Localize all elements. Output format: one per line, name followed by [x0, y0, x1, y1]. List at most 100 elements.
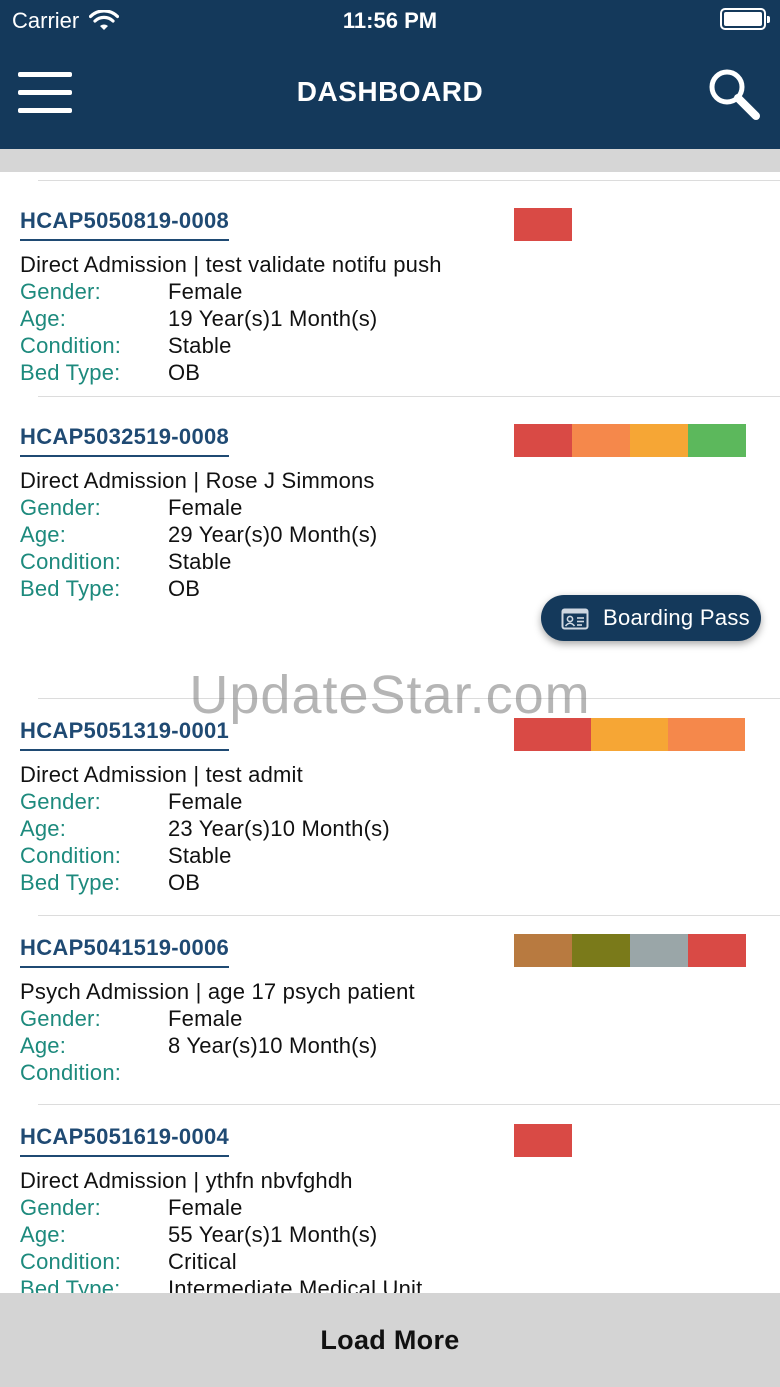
gender-label: Gender: [20, 789, 101, 814]
status-swatch [630, 424, 688, 457]
page-title: DASHBOARD [296, 76, 484, 107]
bed-type-row: Bed Type: OB [20, 870, 390, 897]
age-label: Age: [20, 306, 67, 331]
admission-text: Direct Admission | test admit [20, 762, 303, 787]
battery-icon [720, 8, 770, 30]
bed-type-value: Intermediate Medical Unit [168, 1276, 423, 1293]
bed-type-label: Bed Type: [20, 1276, 121, 1293]
age-row: Age: 29 Year(s)0 Month(s) [20, 522, 377, 549]
condition-row: Condition: Stable [20, 843, 390, 870]
bed-type-value: OB [168, 870, 201, 895]
patient-id-link[interactable]: HCAP5041519-0006 [20, 935, 230, 968]
condition-row: Condition: Critical [20, 1249, 422, 1276]
condition-row: Condition: Stable [20, 333, 377, 360]
gender-value: Female [168, 1006, 243, 1031]
condition-row: Condition: Stable [20, 549, 377, 576]
gender-row: Gender: Female [20, 789, 390, 816]
card-divider [38, 1104, 780, 1105]
bed-type-label: Bed Type: [20, 576, 121, 601]
age-value: 23 Year(s)10 Month(s) [168, 816, 390, 841]
condition-label: Condition: [20, 1060, 122, 1085]
condition-label: Condition: [20, 1249, 122, 1274]
bed-type-row: Bed Type: OB [20, 360, 377, 387]
status-swatches [514, 934, 746, 967]
id-card-icon [561, 608, 589, 630]
age-value: 19 Year(s)1 Month(s) [168, 306, 378, 331]
app-header: Carrier 11:56 PM DASHBOARD [0, 0, 780, 149]
patient-id-link[interactable]: HCAP5032519-0008 [20, 424, 230, 457]
card-divider [38, 396, 780, 397]
age-label: Age: [20, 522, 67, 547]
condition-label: Condition: [20, 333, 122, 358]
header-shadow-strip [0, 149, 780, 172]
gender-value: Female [168, 789, 243, 814]
gender-value: Female [168, 279, 243, 304]
patient-card[interactable]: HCAP5051319-0001 Direct Admission | test… [0, 698, 780, 915]
admission-text: Direct Admission | Rose J Simmons [20, 468, 375, 493]
status-swatches [514, 208, 572, 241]
gender-row: Gender: Female [20, 1006, 377, 1033]
bed-type-label: Bed Type: [20, 360, 121, 385]
patient-card[interactable]: HCAP5032519-0008 Direct Admission | Rose… [0, 396, 780, 698]
gender-label: Gender: [20, 495, 101, 520]
bed-type-label: Bed Type: [20, 870, 121, 895]
gender-label: Gender: [20, 279, 101, 304]
patient-card[interactable]: HCAP5051619-0004 Direct Admission | ythf… [0, 1104, 780, 1293]
bed-type-value: OB [168, 360, 201, 385]
status-time: 11:56 PM [342, 8, 438, 33]
search-icon[interactable] [706, 66, 762, 122]
condition-value: Stable [168, 843, 232, 868]
age-row: Age: 19 Year(s)1 Month(s) [20, 306, 377, 333]
bed-type-row: Bed Type: OB [20, 576, 377, 603]
condition-label: Condition: [20, 549, 122, 574]
gender-value: Female [168, 495, 243, 520]
status-swatch [514, 424, 572, 457]
admission-text: Direct Admission | test validate notifu … [20, 252, 442, 277]
patient-id-link[interactable]: HCAP5050819-0008 [20, 208, 230, 241]
boarding-pass-button[interactable]: Boarding Pass [541, 595, 761, 641]
gender-label: Gender: [20, 1006, 101, 1031]
bed-type-row: Bed Type: Intermediate Medical Unit [20, 1276, 422, 1293]
condition-label: Condition: [20, 843, 122, 868]
condition-value: Stable [168, 549, 232, 574]
status-swatch [688, 424, 746, 457]
bed-type-value: OB [168, 576, 201, 601]
gender-row: Gender: Female [20, 279, 377, 306]
admission-text: Psych Admission | age 17 psych patient [20, 979, 415, 1004]
age-label: Age: [20, 1033, 67, 1058]
card-divider [38, 180, 780, 181]
age-label: Age: [20, 816, 67, 841]
status-swatch [688, 934, 746, 967]
patient-id-link[interactable]: HCAP5051619-0004 [20, 1124, 230, 1157]
gender-value: Female [168, 1195, 243, 1220]
status-bar: Carrier 11:56 PM [0, 0, 780, 42]
status-swatch [630, 934, 688, 967]
status-swatch [572, 934, 630, 967]
age-value: 8 Year(s)10 Month(s) [168, 1033, 378, 1058]
status-swatch [514, 934, 572, 967]
status-swatches [514, 1124, 572, 1157]
age-row: Age: 23 Year(s)10 Month(s) [20, 816, 390, 843]
patient-card[interactable]: HCAP5041519-0006 Psych Admission | age 1… [0, 915, 780, 1104]
status-swatch [514, 208, 572, 241]
gender-row: Gender: Female [20, 495, 377, 522]
age-row: Age: 55 Year(s)1 Month(s) [20, 1222, 422, 1249]
status-swatch [572, 424, 630, 457]
condition-value: Critical [168, 1249, 237, 1274]
age-row: Age: 8 Year(s)10 Month(s) [20, 1033, 377, 1060]
status-swatch [514, 1124, 572, 1157]
condition-row: Condition: [20, 1060, 377, 1087]
age-value: 29 Year(s)0 Month(s) [168, 522, 378, 547]
card-divider [38, 915, 780, 916]
patient-card[interactable]: HCAP5050819-0008 Direct Admission | test… [0, 180, 780, 396]
patient-list[interactable]: HCAP5050819-0008 Direct Admission | test… [0, 172, 780, 1293]
gender-row: Gender: Female [20, 1195, 422, 1222]
load-more-button[interactable]: Load More [0, 1293, 780, 1387]
age-value: 55 Year(s)1 Month(s) [168, 1222, 378, 1247]
admission-text: Direct Admission | ythfn nbvfghdh [20, 1168, 353, 1193]
boarding-pass-label: Boarding Pass [603, 605, 750, 630]
status-swatches [514, 424, 746, 457]
gender-label: Gender: [20, 1195, 101, 1220]
watermark: UpdateStar.com [189, 665, 591, 725]
condition-value: Stable [168, 333, 232, 358]
